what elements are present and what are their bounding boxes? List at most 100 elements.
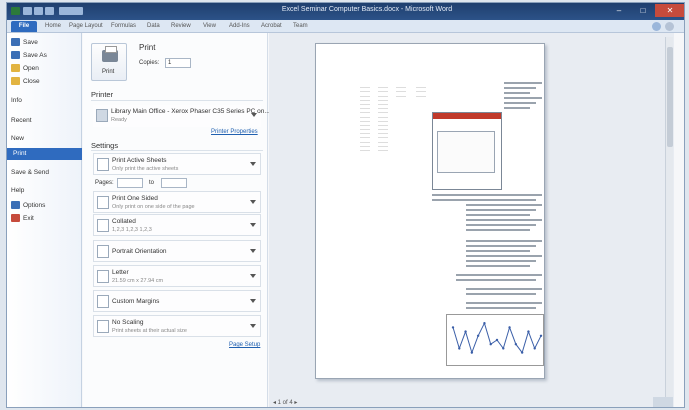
undo-icon[interactable]	[34, 7, 43, 15]
printer-properties-link[interactable]: Printer Properties	[211, 129, 258, 135]
table-column	[360, 84, 370, 151]
close-label: ✕	[666, 6, 674, 15]
orientation-title: Portrait Orientation	[112, 248, 167, 255]
page-navigator[interactable]: ◂ 1 of 4 ▸	[273, 399, 297, 406]
scaling-dropdown[interactable]: No Scaling Print sheets at their actual …	[93, 315, 261, 337]
scaling-title: No Scaling	[112, 319, 144, 326]
embedded-dialog-screenshot	[432, 112, 502, 190]
nav-save-as[interactable]: Save As	[11, 50, 77, 62]
nav-options-label: Options	[23, 202, 46, 209]
pages-from-input[interactable]	[117, 178, 143, 188]
nav-save-send[interactable]: Save & Send	[11, 167, 77, 179]
chevron-down-icon	[250, 274, 256, 278]
printer-status: Ready	[111, 117, 127, 123]
quick-access-customize[interactable]	[59, 7, 83, 15]
margins-icon	[97, 295, 109, 308]
scroll-thumb[interactable]	[667, 47, 673, 147]
tab-formulas[interactable]: Formulas	[111, 21, 136, 32]
table-column	[416, 84, 426, 97]
data-point	[527, 330, 530, 333]
text-line	[466, 260, 536, 262]
margins-title: Custom Margins	[112, 298, 160, 305]
data-point	[458, 347, 461, 350]
pages-to-input[interactable]	[161, 178, 187, 188]
settings-divider	[91, 150, 263, 151]
nav-close[interactable]: Close	[11, 76, 77, 88]
text-line	[504, 87, 536, 89]
print-what-subtitle: Only print the active sheets	[112, 166, 179, 172]
text-line	[504, 97, 542, 99]
zoom-to-page-button[interactable]	[653, 397, 673, 407]
table-column	[396, 84, 406, 97]
data-point	[514, 343, 518, 346]
data-point	[451, 326, 455, 329]
vertical-scrollbar[interactable]	[665, 37, 673, 397]
print-what-title: Print Active Sheets	[112, 157, 167, 164]
help-icon[interactable]	[652, 22, 661, 31]
margins-dropdown[interactable]: Custom Margins	[93, 290, 261, 312]
data-point	[520, 351, 524, 354]
copies-input[interactable]: 1	[165, 58, 191, 68]
nav-options[interactable]: Options	[11, 200, 77, 212]
nav-save[interactable]: Save	[11, 37, 77, 49]
chevron-down-icon	[250, 249, 256, 253]
copies-label: Copies:	[139, 60, 160, 66]
sides-title: Print One Sided	[112, 195, 158, 202]
tab-acrobat[interactable]: Acrobat	[261, 21, 282, 32]
nav-info[interactable]: Info	[11, 95, 77, 107]
tab-add-ins[interactable]: Add-Ins	[229, 21, 250, 32]
nav-help[interactable]: Help	[11, 185, 77, 197]
ribbon-minimize-icon[interactable]	[665, 22, 674, 31]
tab-page-layout[interactable]: Page Layout	[69, 21, 103, 32]
printer-icon	[102, 46, 118, 62]
nav-open[interactable]: Open	[11, 63, 77, 75]
nav-exit[interactable]: Exit	[11, 213, 77, 225]
text-line	[456, 274, 542, 276]
nav-print[interactable]: Print	[7, 148, 82, 160]
data-point	[533, 347, 536, 350]
text-line	[466, 204, 542, 206]
page-setup-link[interactable]: Page Setup	[229, 342, 260, 348]
tab-data[interactable]: Data	[147, 21, 160, 32]
orientation-dropdown[interactable]: Portrait Orientation	[93, 240, 261, 262]
print-button[interactable]: Print	[91, 43, 127, 81]
sides-subtitle: Only print on one side of the page	[112, 204, 195, 210]
table-cell	[360, 147, 370, 151]
paper-size-subtitle: 21.59 cm x 27.94 cm	[112, 278, 164, 284]
chevron-down-icon	[250, 299, 256, 303]
tab-view[interactable]: View	[203, 21, 216, 32]
printer-divider	[91, 100, 263, 101]
save-as-icon	[11, 51, 20, 60]
nav-recent[interactable]: Recent	[11, 115, 77, 127]
print-what-dropdown[interactable]: Print Active Sheets Only print the activ…	[93, 153, 261, 175]
paper-size-dropdown[interactable]: Letter 21.59 cm x 27.94 cm	[93, 265, 261, 287]
nav-save-as-label: Save As	[23, 52, 47, 59]
sides-dropdown[interactable]: Print One Sided Only print on one side o…	[93, 191, 261, 213]
printer-dropdown[interactable]: Library Main Office - Xerox Phaser C35 S…	[93, 105, 270, 127]
nav-new[interactable]: New	[11, 133, 77, 145]
redo-icon[interactable]	[45, 7, 54, 15]
save-quick-icon[interactable]	[23, 7, 32, 15]
ribbon-tab-bar: File Home Page Layout Formulas Data Revi…	[7, 20, 684, 33]
dialog-header	[433, 113, 501, 119]
maximize-button[interactable]: □	[631, 4, 655, 17]
maximize-label: □	[640, 6, 646, 15]
open-folder-icon	[11, 64, 20, 73]
minimize-button[interactable]: –	[607, 4, 631, 17]
tab-team[interactable]: Team	[293, 21, 308, 32]
table-cell	[416, 92, 426, 97]
print-button-label: Print	[102, 69, 115, 75]
print-preview-area: ◂ 1 of 4 ▸	[269, 33, 674, 407]
chevron-down-icon	[251, 113, 257, 117]
backstage-nav: Save Save As Open Close Info Recent New …	[7, 33, 82, 407]
tab-home[interactable]: Home	[45, 21, 61, 32]
printer-heading: Printer	[91, 90, 114, 99]
tab-file[interactable]: File	[11, 21, 37, 32]
text-line	[432, 194, 542, 196]
data-point	[539, 334, 543, 337]
close-button[interactable]: ✕	[655, 4, 684, 17]
pages-label: Pages:	[95, 180, 114, 186]
one-sided-icon	[97, 196, 109, 209]
tab-review[interactable]: Review	[171, 21, 191, 32]
collation-dropdown[interactable]: Collated 1,2,3 1,2,3 1,2,3	[93, 214, 261, 236]
